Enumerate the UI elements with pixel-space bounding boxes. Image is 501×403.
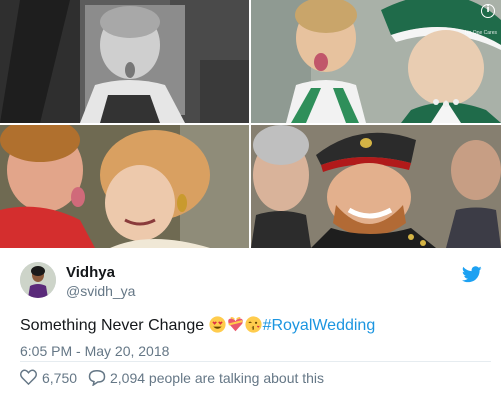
people-talking-link[interactable]: 2,094 people are talking about this	[110, 370, 324, 386]
divider	[20, 361, 491, 362]
display-name[interactable]: Vidhya	[66, 264, 115, 281]
info-icon[interactable]: i	[481, 4, 495, 18]
kissing-heart-emoji-icon	[244, 316, 262, 333]
photo-grid[interactable]: i No One Cares	[0, 0, 501, 248]
heart-eyes-emoji-icon	[208, 316, 226, 333]
avatar[interactable]	[20, 262, 56, 298]
heart-like-icon[interactable]	[20, 369, 37, 385]
tweet-author: Vidhya @svidh_ya	[20, 262, 490, 302]
photo-watermark: No One Cares	[465, 30, 497, 36]
tweet-text-body: Something Never Change	[20, 317, 209, 334]
embedded-tweet-card: i No One Cares Vidhya @svidh_ya Somethin…	[0, 0, 501, 403]
photo-woman-holding-child[interactable]	[0, 125, 249, 248]
like-count[interactable]: 6,750	[42, 370, 77, 386]
photo-boy-and-woman-green-hat[interactable]: i No One Cares	[251, 0, 501, 123]
photo-man-military-cap[interactable]	[251, 125, 501, 248]
photo-child-tongue-bw[interactable]	[0, 0, 249, 123]
tweet-text: Something Never Change #RoyalWedding	[20, 316, 375, 335]
twitter-bird-icon[interactable]	[462, 266, 482, 283]
tweet-timestamp[interactable]: 6:05 PM - May 20, 2018	[20, 343, 169, 359]
user-handle[interactable]: @svidh_ya	[66, 283, 135, 299]
gift-heart-emoji-icon	[227, 317, 243, 332]
speech-bubble-icon[interactable]	[88, 369, 106, 386]
hashtag-link[interactable]: #RoyalWedding	[263, 317, 376, 334]
